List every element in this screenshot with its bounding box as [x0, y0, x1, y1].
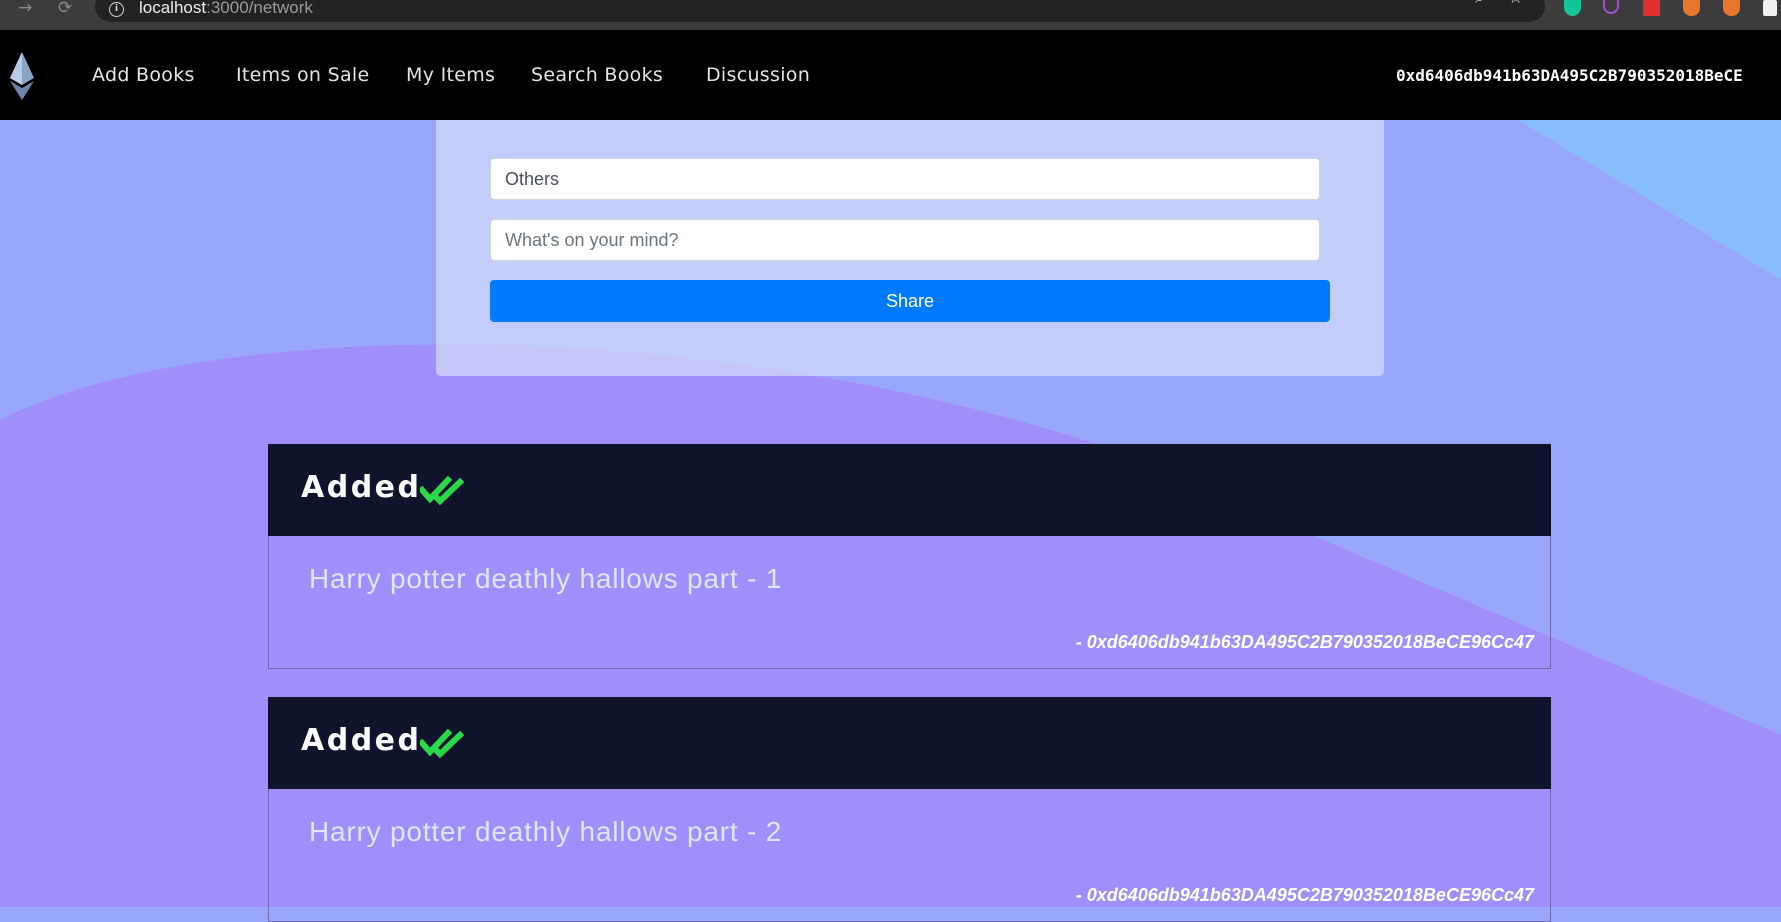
post-status: Added	[301, 470, 422, 505]
post-text: Harry potter deathly hallows part - 1	[309, 563, 783, 594]
bookmark-star-icon[interactable]: ☆	[1508, 0, 1523, 7]
app-navbar: Add Books Items on Sale My Items Search …	[0, 30, 1781, 120]
nav-search-books[interactable]: Search Books	[531, 64, 663, 86]
url-path: :3000/network	[206, 0, 313, 17]
extension-icon[interactable]	[1603, 0, 1619, 14]
back-arrow-icon[interactable]: →	[18, 0, 32, 17]
browser-toolbar: → ⟳ i localhost:3000/network ⌕ ☆	[0, 0, 1781, 30]
post-author: - 0xd6406db941b63DA495C2B790352018BeCE96…	[1075, 632, 1534, 652]
double-check-icon	[420, 475, 464, 506]
zoom-icon[interactable]: ⌕	[1475, 0, 1485, 7]
address-bar[interactable]: i localhost:3000/network ⌕ ☆	[95, 0, 1545, 22]
ethereum-icon[interactable]	[10, 52, 34, 100]
metamask-extension-icon[interactable]	[1683, 0, 1700, 16]
nav-add-books[interactable]: Add Books	[92, 64, 195, 86]
category-field[interactable]	[490, 158, 1320, 200]
account-address: 0xd6406db941b63DA495C2B790352018BeCE	[1396, 66, 1743, 85]
nav-my-items[interactable]: My Items	[406, 64, 495, 86]
message-input[interactable]	[490, 219, 1320, 261]
post-card-body: Harry potter deathly hallows part - 2 - …	[268, 789, 1551, 922]
site-info-icon[interactable]: i	[109, 2, 124, 17]
metamask-extension-icon[interactable]	[1723, 0, 1740, 16]
post-text: Harry potter deathly hallows part - 2	[309, 816, 783, 847]
url-text[interactable]: localhost:3000/network	[139, 0, 313, 16]
double-check-icon	[420, 728, 464, 759]
extension-icon[interactable]	[1643, 0, 1660, 16]
post-card: Added Harry potter deathly hallows part …	[268, 697, 1551, 922]
post-card-header: Added	[268, 444, 1551, 536]
puzzle-extensions-icon[interactable]	[1763, 0, 1777, 16]
post-card-body: Harry potter deathly hallows part - 1 - …	[268, 536, 1551, 669]
grammarly-extension-icon[interactable]	[1564, 0, 1581, 16]
share-button[interactable]: Share	[490, 280, 1330, 322]
nav-discussion[interactable]: Discussion	[706, 64, 810, 86]
reload-icon[interactable]: ⟳	[58, 0, 72, 17]
post-card-header: Added	[268, 697, 1551, 789]
post-card: Added Harry potter deathly hallows part …	[268, 444, 1551, 669]
post-form-panel: Share	[436, 120, 1384, 376]
url-host: localhost	[139, 0, 207, 17]
nav-items-on-sale[interactable]: Items on Sale	[236, 64, 369, 86]
post-author: - 0xd6406db941b63DA495C2B790352018BeCE96…	[1075, 885, 1534, 905]
post-status: Added	[301, 723, 422, 758]
